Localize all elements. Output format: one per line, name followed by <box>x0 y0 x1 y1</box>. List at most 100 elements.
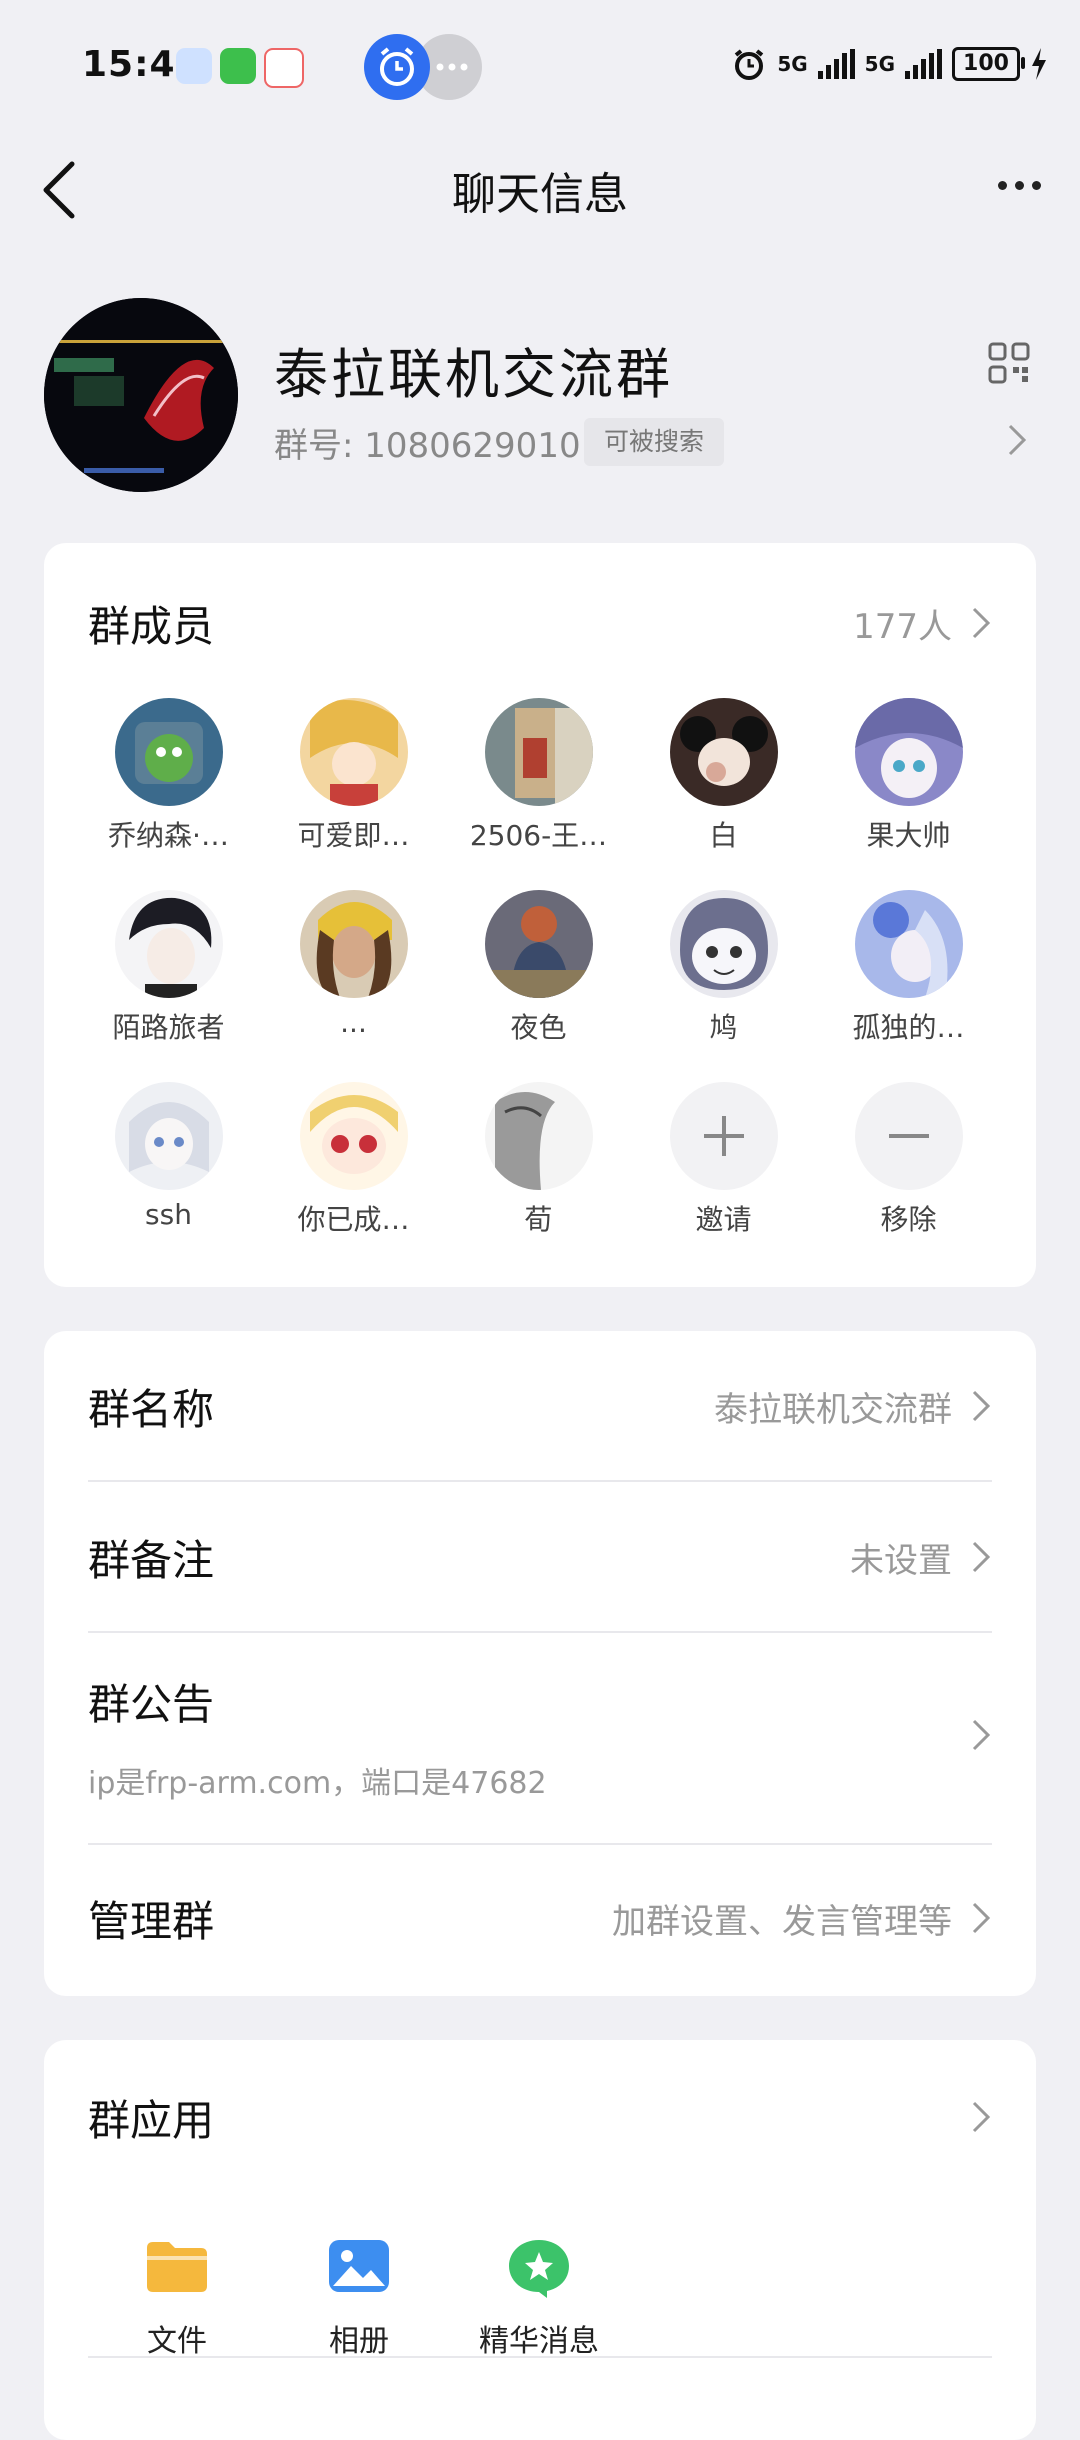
divider <box>88 1480 992 1482</box>
star-chat-icon <box>507 2238 571 2298</box>
group-header[interactable]: 泰拉联机交流群 群号: 1080629010 可被搜索 <box>0 290 1080 500</box>
announcement-row[interactable]: 群公告 ip是frp-arm.com，端口是47682 <box>88 1661 992 1821</box>
nav-bar: 聊天信息 <box>0 130 1080 240</box>
group-remark-value: 未设置 <box>850 1540 952 1581</box>
member-item[interactable]: 白 <box>631 698 816 854</box>
group-avatar[interactable] <box>44 298 238 492</box>
searchable-badge: 可被搜索 <box>584 418 724 466</box>
manage-group-value: 加群设置、发言管理等 <box>612 1901 952 1942</box>
alarm-status-icon <box>735 49 764 80</box>
avatar <box>669 698 778 806</box>
group-name-value: 泰拉联机交流群 <box>714 1389 952 1430</box>
network-type-2: 5G <box>864 52 895 76</box>
member-item[interactable]: 夜色 <box>446 890 631 1046</box>
group-remark-label: 群备注 <box>88 1535 215 1585</box>
member-name: 2506-王… <box>469 819 608 852</box>
announcement-text: ip是frp-arm.com，端口是47682 <box>88 1766 547 1801</box>
member-item[interactable]: ... <box>261 890 446 1039</box>
chevron-right-icon <box>972 607 991 639</box>
remove-label: 移除 <box>880 1203 937 1236</box>
member-name: 孤独的… <box>852 1011 965 1044</box>
avatar <box>299 1082 408 1190</box>
avatar <box>299 890 408 998</box>
members-title: 群成员 <box>88 601 215 651</box>
chevron-right-icon <box>972 1541 991 1573</box>
app-album[interactable]: 相册 <box>269 2238 449 2360</box>
divider <box>88 2356 992 2358</box>
remove-member-button[interactable]: 移除 <box>816 1082 1001 1238</box>
qr-code-icon[interactable] <box>988 342 1030 384</box>
member-name: ssh <box>145 1198 192 1231</box>
chevron-right-icon <box>1008 424 1027 456</box>
app-label: 相册 <box>329 2324 389 2359</box>
status-bar: 15:43 5G 5G 100 <box>0 0 1080 130</box>
member-name: 果大帅 <box>866 819 951 852</box>
network-type: 5G <box>777 52 808 76</box>
group-name: 泰拉联机交流群 <box>274 343 673 406</box>
member-item[interactable]: 你已成… <box>261 1082 446 1238</box>
calendar-icon <box>264 48 304 88</box>
apps-header[interactable]: 群应用 <box>88 2082 992 2152</box>
announcement-label: 群公告 <box>88 1680 215 1729</box>
avatar <box>484 1082 593 1190</box>
avatar <box>854 698 963 806</box>
app-label: 文件 <box>147 2324 207 2359</box>
divider <box>88 1631 992 1633</box>
chevron-right-icon <box>972 1390 991 1422</box>
avatar <box>114 698 223 806</box>
signal-icon <box>817 49 855 79</box>
app-files[interactable]: 文件 <box>87 2238 267 2360</box>
avatar <box>669 890 778 998</box>
avatar <box>854 890 963 998</box>
member-name: 乔纳森·… <box>108 819 229 852</box>
apps-card: 群应用 文件 相册 精华消息 <box>44 2040 1036 2440</box>
apps-title: 群应用 <box>88 2095 215 2145</box>
member-item[interactable]: 鸠 <box>631 890 816 1046</box>
alarm-clock-icon[interactable] <box>364 34 430 100</box>
group-number: 群号: 1080629010 <box>274 426 581 466</box>
signal-icon-2 <box>905 49 942 79</box>
member-name: 夜色 <box>510 1011 567 1044</box>
members-card: 群成员 177人 乔纳森·… 可爱即… 2506-王… 白 果大帅 陌路旅者 .… <box>44 543 1036 1287</box>
member-item[interactable]: 乔纳森·… <box>76 698 261 854</box>
avatar <box>299 698 408 806</box>
settings-card: 群名称 泰拉联机交流群 群备注 未设置 群公告 ip是frp-arm.com，端… <box>44 1331 1036 1996</box>
member-name: 可爱即… <box>297 819 410 852</box>
avatar <box>114 1082 223 1190</box>
member-item[interactable]: 孤独的… <box>816 890 1001 1046</box>
album-icon <box>327 2238 391 2294</box>
app-essence-messages[interactable]: 精华消息 <box>449 2238 629 2360</box>
battery-icon: 100 <box>952 47 1025 81</box>
plus-icon <box>669 1082 778 1190</box>
manage-group-row[interactable]: 管理群 加群设置、发言管理等 <box>88 1883 992 1953</box>
chevron-right-icon <box>972 1719 991 1751</box>
member-name: 你已成… <box>297 1203 410 1236</box>
app-notification-icon <box>176 48 212 84</box>
app-label: 精华消息 <box>479 2324 599 2359</box>
invite-label: 邀请 <box>695 1203 752 1236</box>
floating-pill[interactable] <box>364 34 484 100</box>
member-name: 荀 <box>524 1203 553 1236</box>
group-name-row[interactable]: 群名称 泰拉联机交流群 <box>88 1371 992 1441</box>
members-header[interactable]: 群成员 177人 <box>88 593 992 653</box>
member-item[interactable]: 果大帅 <box>816 698 1001 854</box>
wechat-icon <box>220 48 256 84</box>
avatar <box>114 890 223 998</box>
invite-member-button[interactable]: 邀请 <box>631 1082 816 1238</box>
page-title: 聊天信息 <box>452 169 628 220</box>
member-name: ... <box>340 1006 367 1039</box>
group-name-label: 群名称 <box>88 1384 215 1434</box>
manage-group-label: 管理群 <box>88 1896 215 1946</box>
member-name: 鸠 <box>709 1011 738 1044</box>
chevron-right-icon <box>972 1902 991 1934</box>
group-remark-row[interactable]: 群备注 未设置 <box>88 1522 992 1592</box>
member-item[interactable]: 荀 <box>446 1082 631 1238</box>
more-dot-icon <box>997 180 1007 190</box>
divider <box>88 1843 992 1845</box>
member-item[interactable]: 2506-王… <box>446 698 631 854</box>
member-item[interactable]: 陌路旅者 <box>76 890 261 1046</box>
more-options-button[interactable] <box>984 150 1054 220</box>
member-item[interactable]: 可爱即… <box>261 698 446 854</box>
minus-icon <box>854 1082 963 1190</box>
member-item[interactable]: ssh <box>76 1082 261 1231</box>
